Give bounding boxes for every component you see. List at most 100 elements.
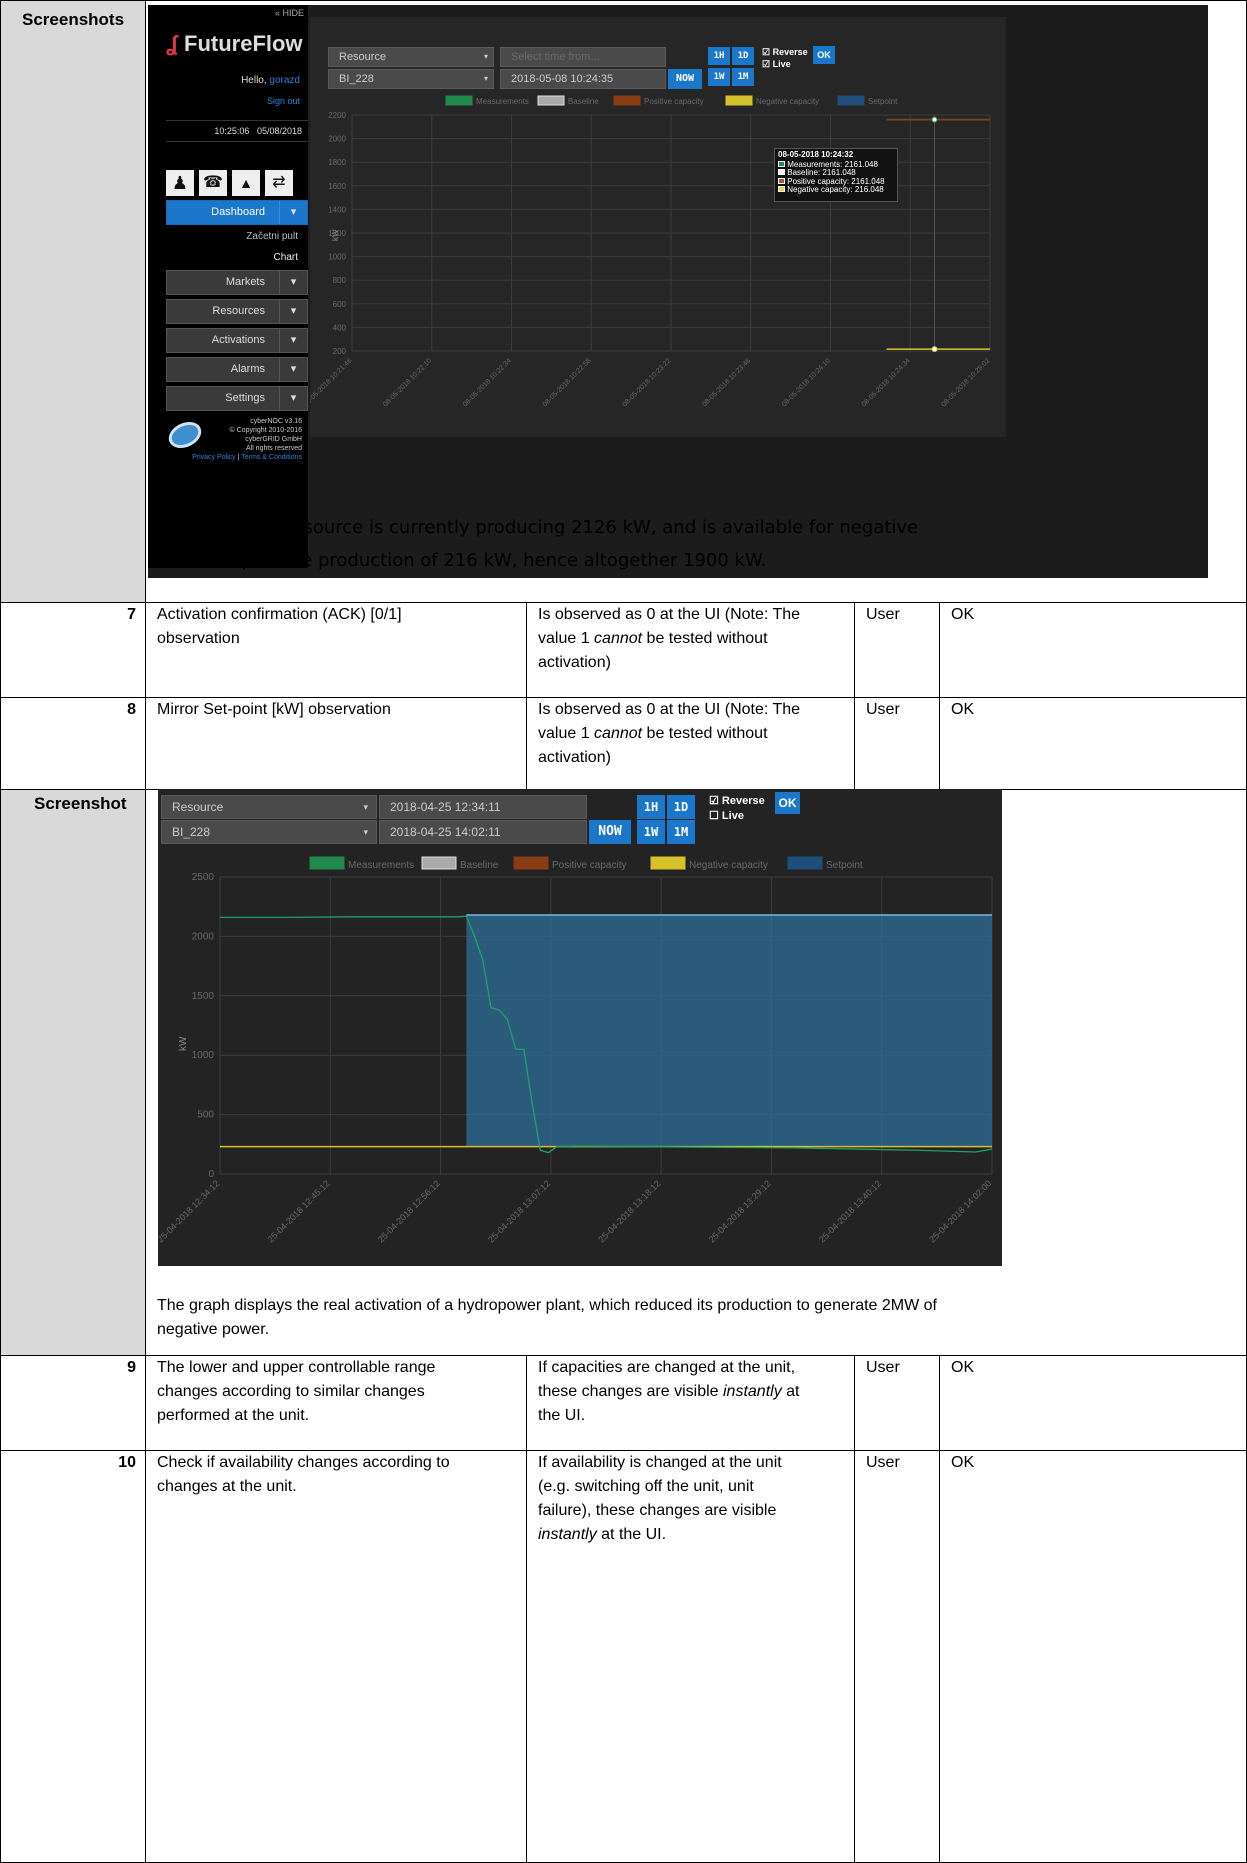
legend-item: Negative capacity [689,860,768,871]
result-line: these changes are visible instantly at [538,1383,800,1400]
range-1h-button[interactable]: 1H [708,47,730,65]
refresh-icon[interactable]: ⇄ [265,170,293,196]
y-tick-label: 2200 [328,111,346,120]
row-number: 8 [127,701,136,718]
row-status: OK [951,606,975,623]
activations-caret-icon[interactable]: ▾ [279,329,307,352]
hide-link[interactable]: « HIDE [275,8,304,18]
paragraph-1: The observed resource is currently produ… [157,517,919,571]
description-line: performed at the unit. [157,1407,310,1424]
clock: 10:25:06 05/08/2018 [166,120,308,142]
row-number: 10 [118,1454,136,1471]
x-tick-label: 08-05-2018 10:23:22 [622,357,673,408]
legend-item: Positive capacity [644,97,704,106]
x-tick-label: 25-04-2018 12:34:12 [158,1178,221,1244]
range-1w-button[interactable]: 1W [637,820,665,844]
result-line: If capacities are changed at the unit, [538,1359,796,1376]
markets-button[interactable]: Markets ▾ [166,270,308,295]
unit-select[interactable]: BI_228 ▾ [328,69,494,89]
legend-item: Setpoint [826,860,863,871]
legend-swatch [725,95,753,106]
range-1m-button[interactable]: 1M [667,820,695,844]
dashboard-button[interactable]: Dashboard ▾ [166,200,308,225]
settings-caret-icon[interactable]: ▾ [279,387,307,410]
legend-swatch [837,95,865,106]
live-checkbox[interactable]: ☑ Live [762,59,791,70]
y-tick-label: 1800 [328,158,346,167]
description-line: Activation confirmation (ACK) [0/1] [157,606,402,623]
description-line: observation [157,630,240,647]
x-tick-label: 08-05-2018 10:23:46 [701,357,752,408]
signout-link[interactable]: Sign out [267,96,300,106]
range-1d-button[interactable]: 1D [667,795,695,819]
submenu-item-start[interactable]: Začetni pult [246,231,298,242]
time-to-input[interactable]: 2018-04-25 14:02:11 [379,820,587,844]
resource-select[interactable]: Resource ▾ [161,795,377,819]
row-tester: User [866,606,900,623]
range-1h-button[interactable]: 1H [637,795,665,819]
x-tick-label: 25-04-2018 13:29:12 [707,1178,773,1244]
x-tick-label: 25-04-2018 14:02:00 [927,1178,993,1244]
legend-swatch [513,856,549,870]
now-button[interactable]: NOW [589,820,631,844]
activations-button[interactable]: Activations ▾ [166,328,308,353]
markets-caret-icon[interactable]: ▾ [279,271,307,294]
select-caret-icon: ▾ [363,827,368,837]
phone-icon[interactable]: ☎ [199,170,227,196]
terms-link[interactable]: Terms & Conditions [241,454,302,461]
chart-2-xticks: 25-04-2018 12:34:12 25-04-2018 12:45:12 25… [158,1178,993,1244]
range-1m-button[interactable]: 1M [732,68,754,86]
range-1d-button[interactable]: 1D [732,47,754,65]
dashboard-caret-icon[interactable]: ▾ [279,201,307,224]
legend-swatch [537,95,565,106]
unit-select[interactable]: BI_228 ▾ [161,820,377,844]
time-from-input[interactable]: 2018-04-25 12:34:11 [379,795,587,819]
time-from-input[interactable]: Select time from... [500,47,666,67]
x-tick-label: 08-05-2018 10:22:34 [462,357,513,408]
resources-button[interactable]: Resources ▾ [166,299,308,324]
user-link[interactable]: gorazd [269,75,300,86]
legend-item: Baseline [460,860,499,871]
user-icon[interactable]: ♟ [166,170,194,196]
settings-button[interactable]: Settings ▾ [166,386,308,411]
resources-caret-icon[interactable]: ▾ [279,300,307,323]
row-result: If availability is changed at the unit (e… [538,1451,853,1547]
label-cell-screenshots [0,0,146,603]
chart-2: Measurements Baseline Positive capacity Neg… [158,856,993,1245]
reverse-checkbox[interactable]: ☑ Reverse [762,47,808,58]
privacy-link[interactable]: Privacy Policy [192,454,236,461]
legend-item: Measurements [348,860,414,871]
legend-swatch [613,95,641,106]
time-to-input[interactable]: 2018-05-08 10:24:35 [500,69,666,89]
legend-item: Positive capacity [552,860,626,871]
live-checkbox[interactable]: ☐ Live [709,809,744,822]
y-tick-label: 200 [333,347,347,356]
tooltip-title: 08-05-2018 10:24:32 [778,150,854,159]
y-tick-label: 1500 [192,991,215,1002]
legend-item: Setpoint [868,97,898,106]
logo-text: FutureFlow [184,31,303,56]
bell-icon[interactable]: ▲ [232,170,260,196]
x-tick-label: 25-04-2018 13:07:12 [486,1178,552,1244]
select-caret-icon: ▾ [363,802,368,812]
submenu-item-chart[interactable]: Chart [274,252,298,263]
x-tick-label: 08-05-2018 10:24:10 [781,357,832,408]
row-result: If capacities are changed at the unit, th… [538,1356,853,1428]
ok-button[interactable]: OK [775,792,800,814]
range-1w-button[interactable]: 1W [708,68,730,86]
row-7-status-cell [939,602,1247,698]
result-line: Is observed as 0 at the UI (Note: The [538,701,801,718]
greeting: Hello, gorazd [241,75,300,86]
legend-swatch [445,95,473,106]
resource-select[interactable]: Resource ▾ [328,47,494,67]
result-line: instantly at the UI. [538,1526,667,1543]
ok-button[interactable]: OK [813,46,835,64]
hover-point [931,346,938,353]
reverse-checkbox[interactable]: ☑ Reverse [709,794,765,807]
now-button[interactable]: NOW [668,69,702,89]
alarms-caret-icon[interactable]: ▾ [279,358,307,381]
description-line: changes at the unit. [157,1478,297,1495]
result-line: (e.g. switching off the unit, unit [538,1478,754,1495]
alarms-button[interactable]: Alarms ▾ [166,357,308,382]
legend-swatch [787,856,823,870]
